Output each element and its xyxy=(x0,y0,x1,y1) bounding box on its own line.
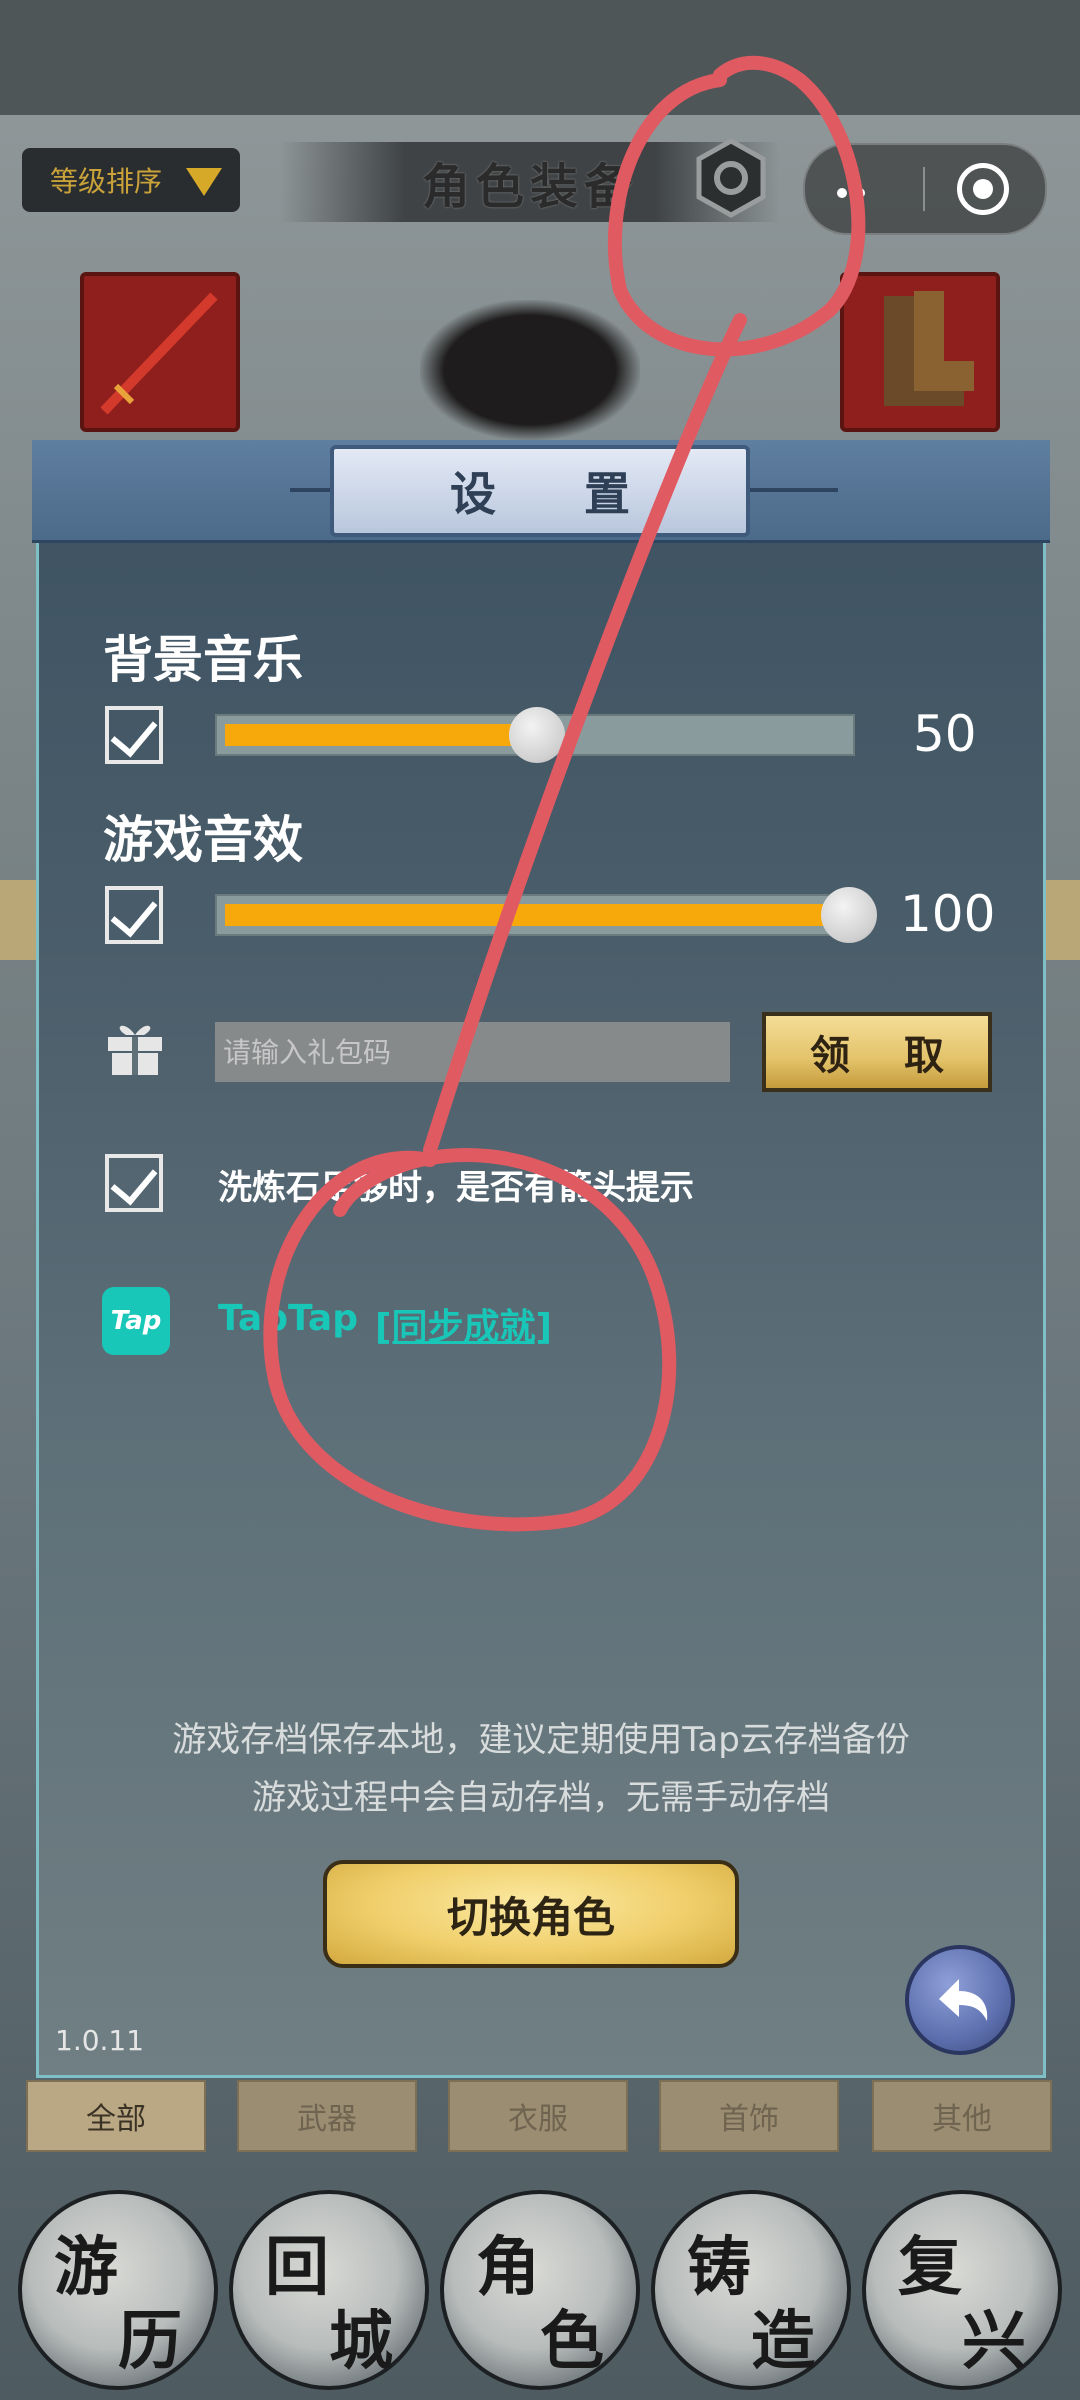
back-arrow-icon xyxy=(939,1979,988,2021)
settings-title: 设 置 xyxy=(449,467,666,521)
sfx-label: 游戏音效 xyxy=(103,811,303,869)
more-dots-icon[interactable] xyxy=(837,183,873,202)
save-notice-line-1: 游戏存档保存本地，建议定期使用Tap云存档备份 xyxy=(172,1720,910,1760)
page-title: 角色装备 xyxy=(421,159,638,215)
save-notice-line-2: 游戏过程中会自动存档，无需手动存档 xyxy=(252,1778,830,1818)
status-bar-area xyxy=(0,0,1080,115)
bottom-nav: 游 历 回 城 角 色 铸 造 复 兴 xyxy=(0,2180,1080,2400)
nav-travel-button[interactable]: 游 历 xyxy=(18,2190,218,2390)
nav-char-1: 复 xyxy=(898,2230,962,2305)
sfx-slider-knob[interactable] xyxy=(821,887,877,943)
nav-char-2: 色 xyxy=(540,2304,604,2379)
nav-char-1: 回 xyxy=(265,2230,329,2305)
version-label: 1.0.11 xyxy=(55,2024,145,2057)
sync-achievements-link[interactable]: [同步成就] xyxy=(375,1298,552,1350)
nav-char-1: 角 xyxy=(476,2230,540,2305)
gift-code-input[interactable] xyxy=(215,1022,730,1082)
nav-return-city-button[interactable]: 回 城 xyxy=(229,2190,429,2390)
tab-all[interactable]: 全部 xyxy=(26,2080,206,2152)
right-edge-item xyxy=(1040,880,1080,960)
bgm-slider[interactable] xyxy=(215,707,855,763)
sword-icon xyxy=(100,292,218,415)
nav-char-2: 城 xyxy=(329,2304,393,2379)
capsule-divider xyxy=(923,167,925,211)
level-sort-button[interactable]: 等级排序 xyxy=(22,148,240,212)
back-button[interactable] xyxy=(905,1945,1015,2055)
claim-button[interactable]: 领 取 xyxy=(762,1012,992,1092)
bgm-slider-fill xyxy=(225,724,537,746)
level-sort-label: 等级排序 xyxy=(50,165,163,198)
arrow-tip-checkbox[interactable] xyxy=(105,1154,163,1212)
nav-character-button[interactable]: 角 色 xyxy=(440,2190,640,2390)
nav-char-1: 铸 xyxy=(687,2230,751,2305)
gear-icon[interactable] xyxy=(690,137,772,219)
settings-dialog xyxy=(36,450,1046,2078)
bgm-value: 50 xyxy=(913,705,977,763)
bgm-checkbox[interactable] xyxy=(105,706,163,764)
tab-other[interactable]: 其他 xyxy=(872,2080,1052,2152)
sfx-value: 100 xyxy=(900,885,996,943)
dropdown-triangle-icon xyxy=(186,168,222,196)
taptap-name: TapTap xyxy=(218,1298,358,1339)
plate-hook-right xyxy=(738,488,838,492)
settings-title-plate: 设 置 xyxy=(330,445,750,537)
character-portrait xyxy=(420,300,640,440)
sfx-checkbox[interactable] xyxy=(105,886,163,944)
tab-jewelry[interactable]: 首饰 xyxy=(659,2080,839,2152)
nav-revive-button[interactable]: 复 兴 xyxy=(862,2190,1062,2390)
weapon-slot[interactable] xyxy=(80,272,240,432)
target-icon[interactable] xyxy=(957,163,1009,215)
nav-char-2: 历 xyxy=(118,2304,182,2379)
bgm-label: 背景音乐 xyxy=(103,631,303,689)
taptap-logo-icon: Tap xyxy=(102,1287,170,1355)
boots-icon xyxy=(884,291,974,406)
switch-role-button[interactable]: 切换角色 xyxy=(323,1860,739,1968)
mini-program-capsule xyxy=(803,143,1047,235)
category-tabs: 全部 武器 衣服 首饰 其他 xyxy=(26,2080,1056,2155)
gift-icon xyxy=(108,1025,162,1075)
nav-forge-button[interactable]: 铸 造 xyxy=(651,2190,851,2390)
bgm-slider-knob[interactable] xyxy=(509,707,565,763)
nav-char-2: 兴 xyxy=(962,2304,1026,2379)
sfx-slider-fill xyxy=(225,904,849,926)
left-edge-item xyxy=(0,880,40,960)
arrow-tip-label: 洗炼石足够时，是否有箭头提示 xyxy=(218,1168,694,1208)
nav-char-2: 造 xyxy=(751,2304,815,2379)
sfx-slider[interactable] xyxy=(215,887,877,943)
boots-slot[interactable] xyxy=(840,272,1000,432)
tab-clothing[interactable]: 衣服 xyxy=(448,2080,628,2152)
nav-char-1: 游 xyxy=(54,2230,118,2305)
tab-weapon[interactable]: 武器 xyxy=(237,2080,417,2152)
